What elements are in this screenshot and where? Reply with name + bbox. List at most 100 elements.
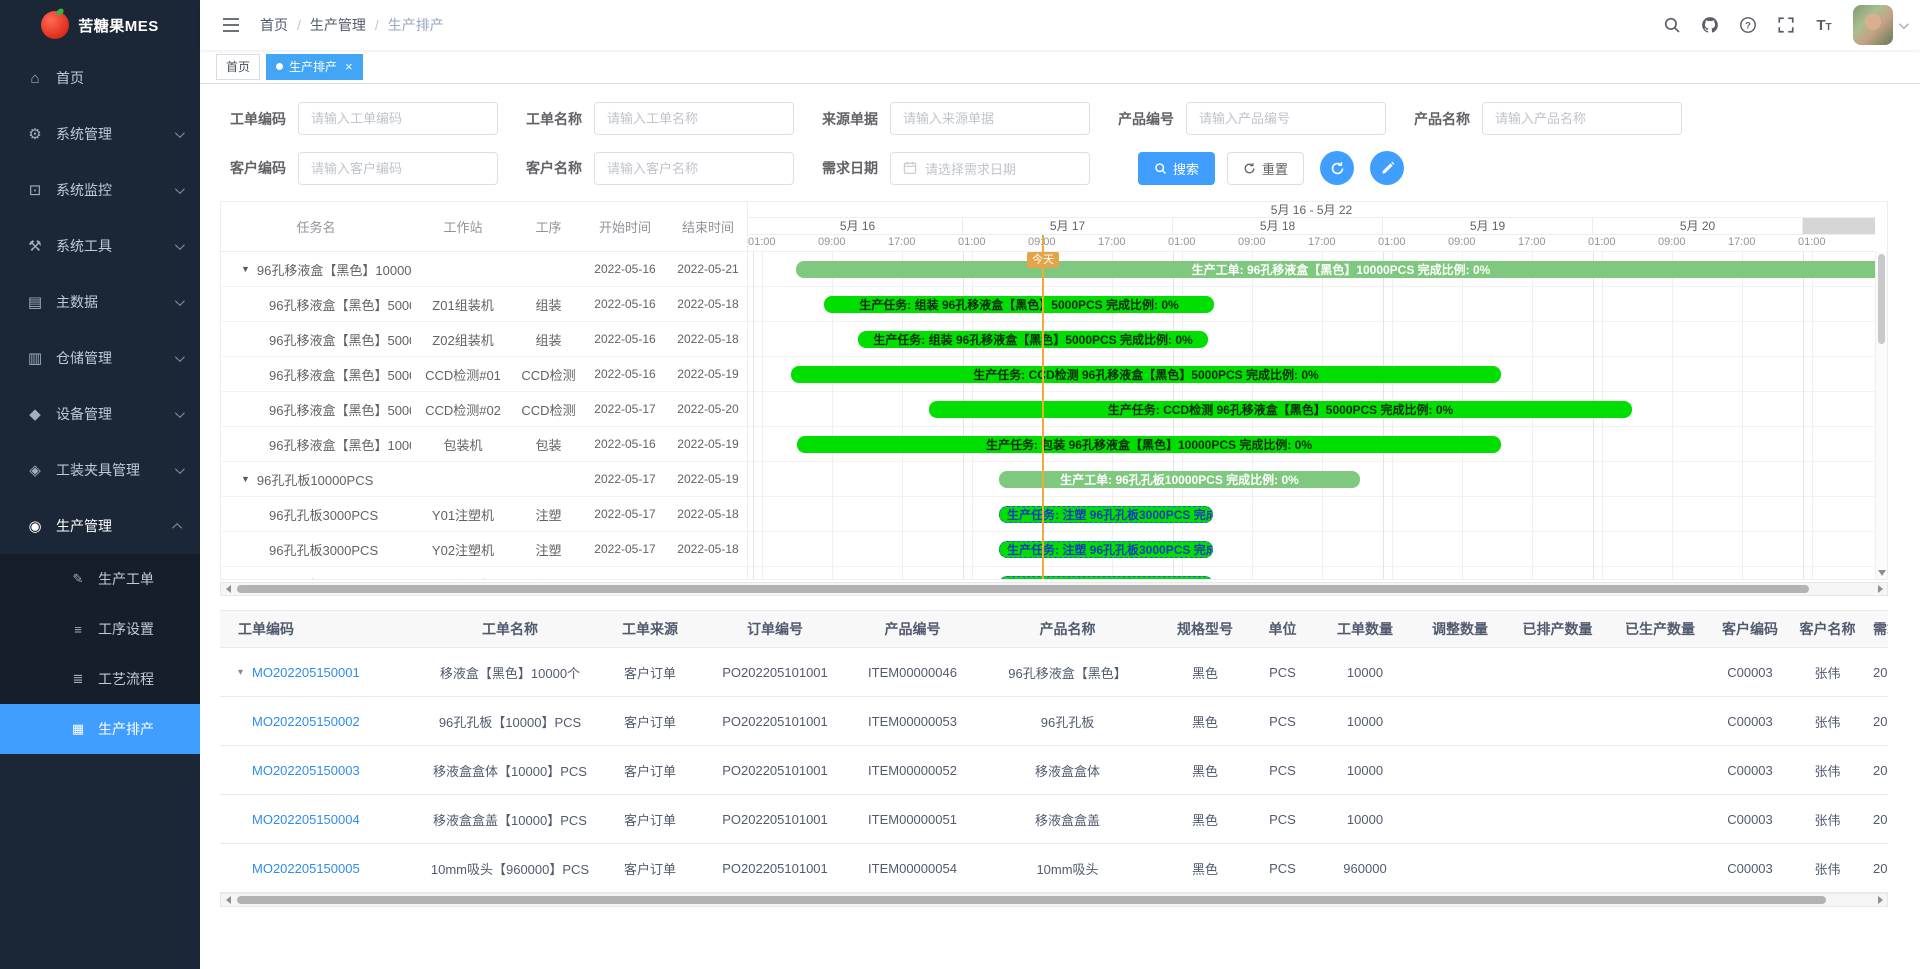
reset-button[interactable]: 重置 bbox=[1227, 152, 1304, 185]
refresh-circle-button[interactable] bbox=[1320, 151, 1354, 185]
orders-column-header: 需求日期 bbox=[1865, 619, 1888, 639]
task-bar[interactable]: 生产任务: 组装 96孔移液盒【黑色】5000PCS 完成比例: 0% bbox=[858, 331, 1208, 348]
sidebar-item[interactable]: ⊡系统监控 bbox=[0, 162, 200, 218]
task-bar[interactable]: 生产任务: 注塑 96孔孔板3000PCS 完成比例: 0% bbox=[999, 541, 1213, 558]
table-row[interactable]: MO202205150004移液盒盒盖【10000】PCS客户订单PO20220… bbox=[220, 795, 1888, 844]
gantt-task-row[interactable]: 96孔移液盒【黑色】5000PCSZ02组装机组装2022-05-162022-… bbox=[221, 322, 747, 357]
hour-grid-line bbox=[1672, 252, 1673, 579]
sidebar-subitem[interactable]: ▦生产排产 bbox=[0, 704, 200, 754]
gantt-horizontal-scrollbar[interactable] bbox=[220, 582, 1888, 596]
table-row[interactable]: MO20220515000510mm吸头【960000】PCS客户订单PO202… bbox=[220, 844, 1888, 893]
collapse-icon[interactable]: ▼ bbox=[241, 264, 250, 274]
search-submit-button[interactable]: 搜索 bbox=[1138, 152, 1215, 185]
breadcrumb-item[interactable]: 首页 bbox=[260, 15, 288, 35]
workorder-bar[interactable]: 生产工单: 96孔移液盒【黑色】10000PCS 完成比例: 0% bbox=[796, 261, 1875, 278]
sidebar-item[interactable]: ⚙系统管理 bbox=[0, 106, 200, 162]
sidebar-subitem[interactable]: ≣工艺流程 bbox=[0, 654, 200, 704]
workorder-link[interactable]: MO202205150002 bbox=[252, 714, 360, 729]
scroll-left-icon[interactable] bbox=[221, 896, 235, 904]
workorder-link[interactable]: MO202205150003 bbox=[252, 763, 360, 778]
gantt-task-row[interactable]: ▼96孔移液盒【黑色】10000PCS2022-05-162022-05-21 bbox=[221, 252, 747, 287]
gantt-task-row[interactable]: 96孔孔板3000PCSY03注塑机注塑2022-05-172022-05-18 bbox=[221, 567, 747, 579]
task-bar[interactable]: 生产任务: 组装 96孔移液盒【黑色】5000PCS 完成比例: 0% bbox=[824, 296, 1214, 313]
table-row[interactable]: ▾MO202205150001移液盒【黑色】10000个客户订单PO202205… bbox=[220, 648, 1888, 697]
gantt-task-row[interactable]: 96孔孔板3000PCSY01注塑机注塑2022-05-172022-05-18 bbox=[221, 497, 747, 532]
task-bar[interactable]: 生产任务: CCD检测 96孔移液盒【黑色】5000PCS 完成比例: 0% bbox=[929, 401, 1632, 418]
reset-button-label: 重置 bbox=[1262, 159, 1288, 178]
day-grid-line bbox=[753, 252, 754, 579]
help-button[interactable]: ? bbox=[1733, 10, 1763, 40]
task-bar[interactable]: 生产任务: 注塑 96孔孔板3000PCS 完成比例: 0% bbox=[999, 576, 1213, 579]
filter-label: 工单名称 bbox=[526, 109, 582, 129]
flow-icon: ≣ bbox=[70, 671, 86, 687]
gantt-task-row[interactable]: 96孔孔板3000PCSY02注塑机注塑2022-05-172022-05-18 bbox=[221, 532, 747, 567]
text-input[interactable] bbox=[594, 102, 794, 135]
sidebar-toggle-button[interactable] bbox=[214, 8, 248, 42]
workorder-link[interactable]: MO202205150001 bbox=[252, 665, 360, 680]
text-input[interactable] bbox=[1482, 102, 1682, 135]
workorder-link[interactable]: MO202205150005 bbox=[252, 861, 360, 876]
sidebar-item[interactable]: ▥仓储管理 bbox=[0, 330, 200, 386]
scrollbar-track[interactable] bbox=[235, 895, 1873, 905]
gantt-task-row[interactable]: 96孔移液盒【黑色】5000PCSCCD检测#01CCD检测2022-05-16… bbox=[221, 357, 747, 392]
search-button[interactable] bbox=[1657, 10, 1687, 40]
scrollbar-thumb[interactable] bbox=[237, 585, 1809, 593]
task-bar[interactable]: 生产任务: 包装 96孔移液盒【黑色】10000PCS 完成比例: 0% bbox=[797, 436, 1501, 453]
sidebar-item[interactable]: ⌂首页 bbox=[0, 50, 200, 106]
task-bar[interactable]: 生产任务: 注塑 96孔孔板3000PCS 完成比例: 0% bbox=[999, 506, 1213, 523]
task-start-time: 2022-05-16 bbox=[582, 297, 668, 311]
text-input[interactable] bbox=[1186, 102, 1386, 135]
tab[interactable]: 生产排产× bbox=[266, 54, 363, 80]
user-menu[interactable] bbox=[1853, 5, 1906, 45]
task-name-cell: ▼96孔孔板10000PCS bbox=[221, 470, 411, 489]
task-bar[interactable]: 生产任务: CCD检测 96孔移液盒【黑色】5000PCS 完成比例: 0% bbox=[791, 366, 1501, 383]
scroll-right-icon[interactable] bbox=[1873, 585, 1887, 593]
gantt-vertical-scrollbar[interactable] bbox=[1875, 252, 1887, 579]
production-icon: ◉ bbox=[26, 517, 44, 535]
orders-body: ▾MO202205150001移液盒【黑色】10000个客户订单PO202205… bbox=[220, 648, 1888, 893]
fullscreen-button[interactable] bbox=[1771, 10, 1801, 40]
breadcrumb-item[interactable]: 生产管理 bbox=[310, 15, 366, 35]
orders-cell: 黑色 bbox=[1160, 810, 1250, 829]
search-button-label: 搜索 bbox=[1173, 159, 1199, 178]
scroll-right-icon[interactable] bbox=[1873, 896, 1887, 904]
gantt-task-table: 任务名工作站工序开始时间结束时间 ▼96孔移液盒【黑色】10000PCS2022… bbox=[221, 202, 748, 579]
edit-circle-button[interactable] bbox=[1370, 151, 1404, 185]
expand-row-icon[interactable]: ▾ bbox=[238, 667, 252, 678]
orders-horizontal-scrollbar[interactable] bbox=[220, 893, 1888, 907]
app-logo[interactable]: 苦糖果MES bbox=[0, 0, 200, 50]
tab-close-icon[interactable]: × bbox=[345, 60, 353, 73]
scrollbar-thumb[interactable] bbox=[1878, 254, 1885, 344]
collapse-icon[interactable]: ▼ bbox=[241, 474, 250, 484]
text-input[interactable] bbox=[298, 152, 498, 185]
gantt-task-row[interactable]: 96孔移液盒【黑色】5000PCSZ01组装机组装2022-05-162022-… bbox=[221, 287, 747, 322]
sidebar-item[interactable]: ▤主数据 bbox=[0, 274, 200, 330]
workorder-bar[interactable]: 生产工单: 96孔孔板10000PCS 完成比例: 0% bbox=[999, 471, 1360, 488]
scrollbar-track[interactable] bbox=[235, 584, 1873, 594]
orders-cell: 10000 bbox=[1315, 812, 1415, 827]
sidebar-subitem[interactable]: ✎生产工单 bbox=[0, 554, 200, 604]
orders-table: 工单编码工单名称工单来源订单编号产品编号产品名称规格型号单位工单数量调整数量已排… bbox=[220, 610, 1888, 893]
sidebar-subitem[interactable]: ≡工序设置 bbox=[0, 604, 200, 654]
source-code-button[interactable] bbox=[1695, 10, 1725, 40]
table-row[interactable]: MO20220515000296孔孔板【10000】PCS客户订单PO20220… bbox=[220, 697, 1888, 746]
gantt-task-row[interactable]: ▼96孔孔板10000PCS2022-05-172022-05-19 bbox=[221, 462, 747, 497]
task-name: 96孔移液盒【黑色】5000PCS bbox=[269, 330, 411, 349]
gantt-task-row[interactable]: 96孔移液盒【黑色】10000PCS包装机包装2022-05-162022-05… bbox=[221, 427, 747, 462]
sidebar-item[interactable]: ◈工装夹具管理 bbox=[0, 442, 200, 498]
scroll-left-icon[interactable] bbox=[221, 585, 235, 593]
table-row[interactable]: MO202205150003移液盒盒体【10000】PCS客户订单PO20220… bbox=[220, 746, 1888, 795]
gantt-task-row[interactable]: 96孔移液盒【黑色】5000PCSCCD检测#02CCD检测2022-05-17… bbox=[221, 392, 747, 427]
sidebar-item[interactable]: ⚒系统工具 bbox=[0, 218, 200, 274]
date-input[interactable]: 请选择需求日期 bbox=[890, 152, 1090, 185]
tab[interactable]: 首页 bbox=[216, 54, 260, 80]
sidebar-item[interactable]: ◉生产管理 bbox=[0, 498, 200, 554]
text-input[interactable] bbox=[298, 102, 498, 135]
scroll-down-icon[interactable] bbox=[1878, 570, 1886, 576]
scrollbar-thumb[interactable] bbox=[237, 896, 1826, 904]
workorder-link[interactable]: MO202205150004 bbox=[252, 812, 360, 827]
text-input[interactable] bbox=[594, 152, 794, 185]
text-input[interactable] bbox=[890, 102, 1090, 135]
font-size-button[interactable]: TT bbox=[1809, 10, 1839, 40]
sidebar-item[interactable]: ◆设备管理 bbox=[0, 386, 200, 442]
